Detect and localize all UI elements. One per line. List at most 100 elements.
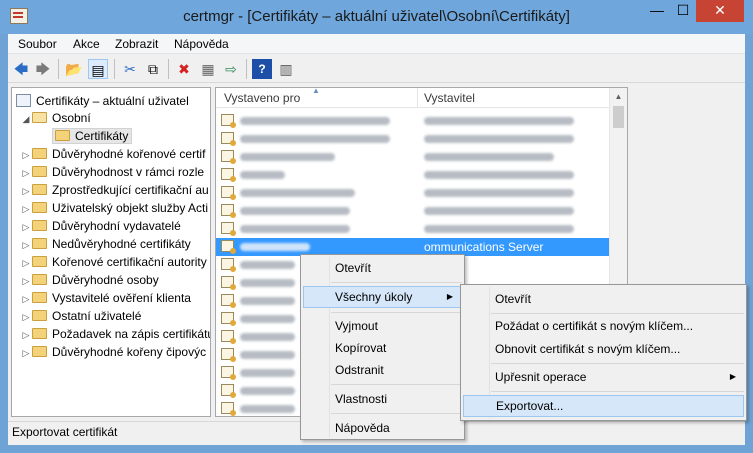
delete-icon[interactable]: ✖ [174, 59, 194, 79]
tree-item-enrollment-requests[interactable]: ▷ Požadavek na zápis certifikátu [20, 325, 210, 344]
tree-item-other-people[interactable]: ▷ Ostatní uživatelé [20, 307, 142, 326]
submenu-open[interactable]: Otevřít [463, 288, 744, 310]
expand-icon[interactable]: ▷ [20, 254, 32, 272]
redacted-text [424, 207, 574, 215]
scroll-up-icon[interactable]: ▲ [610, 88, 627, 105]
tree-item-trusted-people[interactable]: ▷ Důvěryhodné osoby [20, 271, 159, 289]
properties-icon[interactable]: ▦ [198, 59, 218, 79]
tree-item-smart-card-roots[interactable]: ▷ Důvěryhodné kořeny čipovýc [20, 343, 207, 362]
column-issued-by[interactable]: Vystavitel [424, 91, 475, 105]
tree-item-osobni[interactable]: ◢ Osobní [20, 109, 91, 127]
folder-icon [32, 184, 47, 195]
tree-item-root[interactable]: Certifikáty – aktuální uživatel [16, 92, 189, 110]
menu-separator [331, 413, 462, 414]
list-item[interactable] [216, 112, 609, 130]
expand-icon[interactable]: ▷ [20, 344, 32, 362]
view-icon[interactable]: ▥ [276, 59, 296, 79]
list-item[interactable] [216, 184, 609, 202]
expand-icon[interactable]: ▷ [20, 272, 32, 290]
expand-icon[interactable]: ▷ [20, 164, 32, 182]
menu-soubor[interactable]: Soubor [18, 37, 57, 51]
expand-icon[interactable]: ▷ [20, 218, 32, 236]
redacted-text [424, 171, 574, 179]
list-item[interactable] [216, 220, 609, 238]
expand-icon[interactable]: ▷ [20, 200, 32, 218]
certificate-icon [221, 168, 236, 182]
submenu-advanced-operations[interactable]: Upřesnit operace ▶ [463, 366, 744, 388]
redacted-text [424, 189, 574, 197]
back-arrow-icon[interactable]: 🡄 [11, 59, 31, 79]
expand-icon[interactable]: ▷ [20, 236, 32, 254]
column-issued-to[interactable]: Vystaveno pro [224, 91, 300, 105]
cut-icon[interactable]: ✂ [120, 59, 140, 79]
tree-item-intermediate-ca[interactable]: ▷ Zprostředkující certifikační au [20, 181, 209, 199]
menu-separator [491, 391, 744, 392]
menu-zobrazit[interactable]: Zobrazit [115, 37, 158, 51]
tree-item-root-ca[interactable]: ▷ Kořenové certifikační autority [20, 253, 207, 271]
tree-item-ad-user-object[interactable]: ▷ Uživatelský objekt služby Acti [20, 199, 209, 218]
certificate-icon [221, 384, 236, 398]
certificate-icon [221, 258, 236, 272]
context-open[interactable]: Otevřít [303, 257, 462, 279]
help-icon[interactable]: ? [252, 59, 272, 79]
submenu-export[interactable]: Exportovat... [463, 395, 744, 417]
up-folder-icon[interactable]: 📂 [64, 59, 84, 79]
expand-icon[interactable]: ▷ [20, 290, 32, 308]
expand-icon[interactable]: ▷ [20, 146, 32, 164]
tree-item-trusted-root[interactable]: ▷ Důvěryhodné kořenové certif [20, 145, 206, 164]
tree-item-trusted-publishers[interactable]: ▷ Důvěryhodní vydavatelé [20, 217, 181, 235]
tree-pane[interactable]: Certifikáty – aktuální uživatel ◢ Osobní … [11, 87, 211, 417]
menu-separator [491, 313, 744, 314]
redacted-text [240, 243, 310, 251]
folder-icon [32, 166, 47, 177]
list-item[interactable] [216, 166, 609, 184]
toolbar-separator [58, 59, 59, 79]
tree-item-client-auth-issuers[interactable]: ▷ Vystavitelé ověření klienta [20, 289, 191, 307]
expand-icon[interactable]: ▷ [20, 326, 32, 344]
submenu-renew-new-key[interactable]: Obnovit certifikát s novým klíčem... [463, 338, 744, 360]
redacted-text [424, 225, 574, 233]
app-window: certmgr - [Certifikáty – aktuální uživat… [0, 0, 753, 453]
context-help[interactable]: Nápověda [303, 417, 462, 439]
scrollbar-thumb[interactable] [613, 106, 624, 128]
close-button[interactable]: ✕ [696, 0, 744, 22]
export-list-icon[interactable]: ⇨ [221, 59, 241, 79]
certificate-icon [221, 366, 236, 380]
list-item[interactable] [216, 148, 609, 166]
menu-separator [491, 363, 744, 364]
list-item[interactable] [216, 130, 609, 148]
submenu-request-new-key[interactable]: Požádat o certifikát s novým klíčem... [463, 315, 744, 337]
expand-icon[interactable]: ▷ [20, 182, 32, 200]
folder-icon [32, 274, 47, 285]
redacted-text [240, 225, 350, 233]
context-all-tasks[interactable]: Všechny úkoly ▶ [303, 286, 462, 308]
certificates-root-icon [16, 94, 31, 107]
copy-icon[interactable]: ⧉ [143, 59, 163, 79]
certificate-icon [221, 294, 236, 308]
certificate-icon [221, 402, 236, 416]
redacted-text [240, 261, 295, 269]
menu-napoveda[interactable]: Nápověda [174, 37, 229, 51]
certificate-icon [221, 276, 236, 290]
menu-akce[interactable]: Akce [73, 37, 100, 51]
maximize-button[interactable]: ☐ [670, 0, 696, 22]
context-properties[interactable]: Vlastnosti [303, 388, 462, 410]
title-bar[interactable]: certmgr - [Certifikáty – aktuální uživat… [0, 0, 753, 34]
tree-item-certifikaty[interactable]: Certifikáty [52, 127, 133, 145]
expand-icon[interactable]: ▷ [20, 308, 32, 326]
forward-arrow-icon[interactable]: 🡆 [33, 59, 53, 79]
list-item[interactable] [216, 202, 609, 220]
redacted-text [240, 117, 390, 125]
context-copy[interactable]: Kopírovat [303, 337, 462, 359]
tree-item-enterprise-trust[interactable]: ▷ Důvěryhodnost v rámci rozle [20, 163, 205, 182]
context-menu: Otevřít Všechny úkoly ▶ Vyjmout Kopírova… [300, 254, 465, 440]
column-divider[interactable] [417, 88, 418, 108]
redacted-text [424, 117, 574, 125]
menu-separator [331, 282, 462, 283]
tree-item-untrusted[interactable]: ▷ Nedůvěryhodné certifikáty [20, 235, 191, 253]
show-tree-icon[interactable]: ▤ [88, 59, 108, 79]
collapse-icon[interactable]: ◢ [20, 110, 32, 128]
context-cut[interactable]: Vyjmout [303, 315, 462, 337]
minimize-button[interactable]: — [644, 0, 670, 22]
context-delete[interactable]: Odstranit [303, 359, 462, 381]
